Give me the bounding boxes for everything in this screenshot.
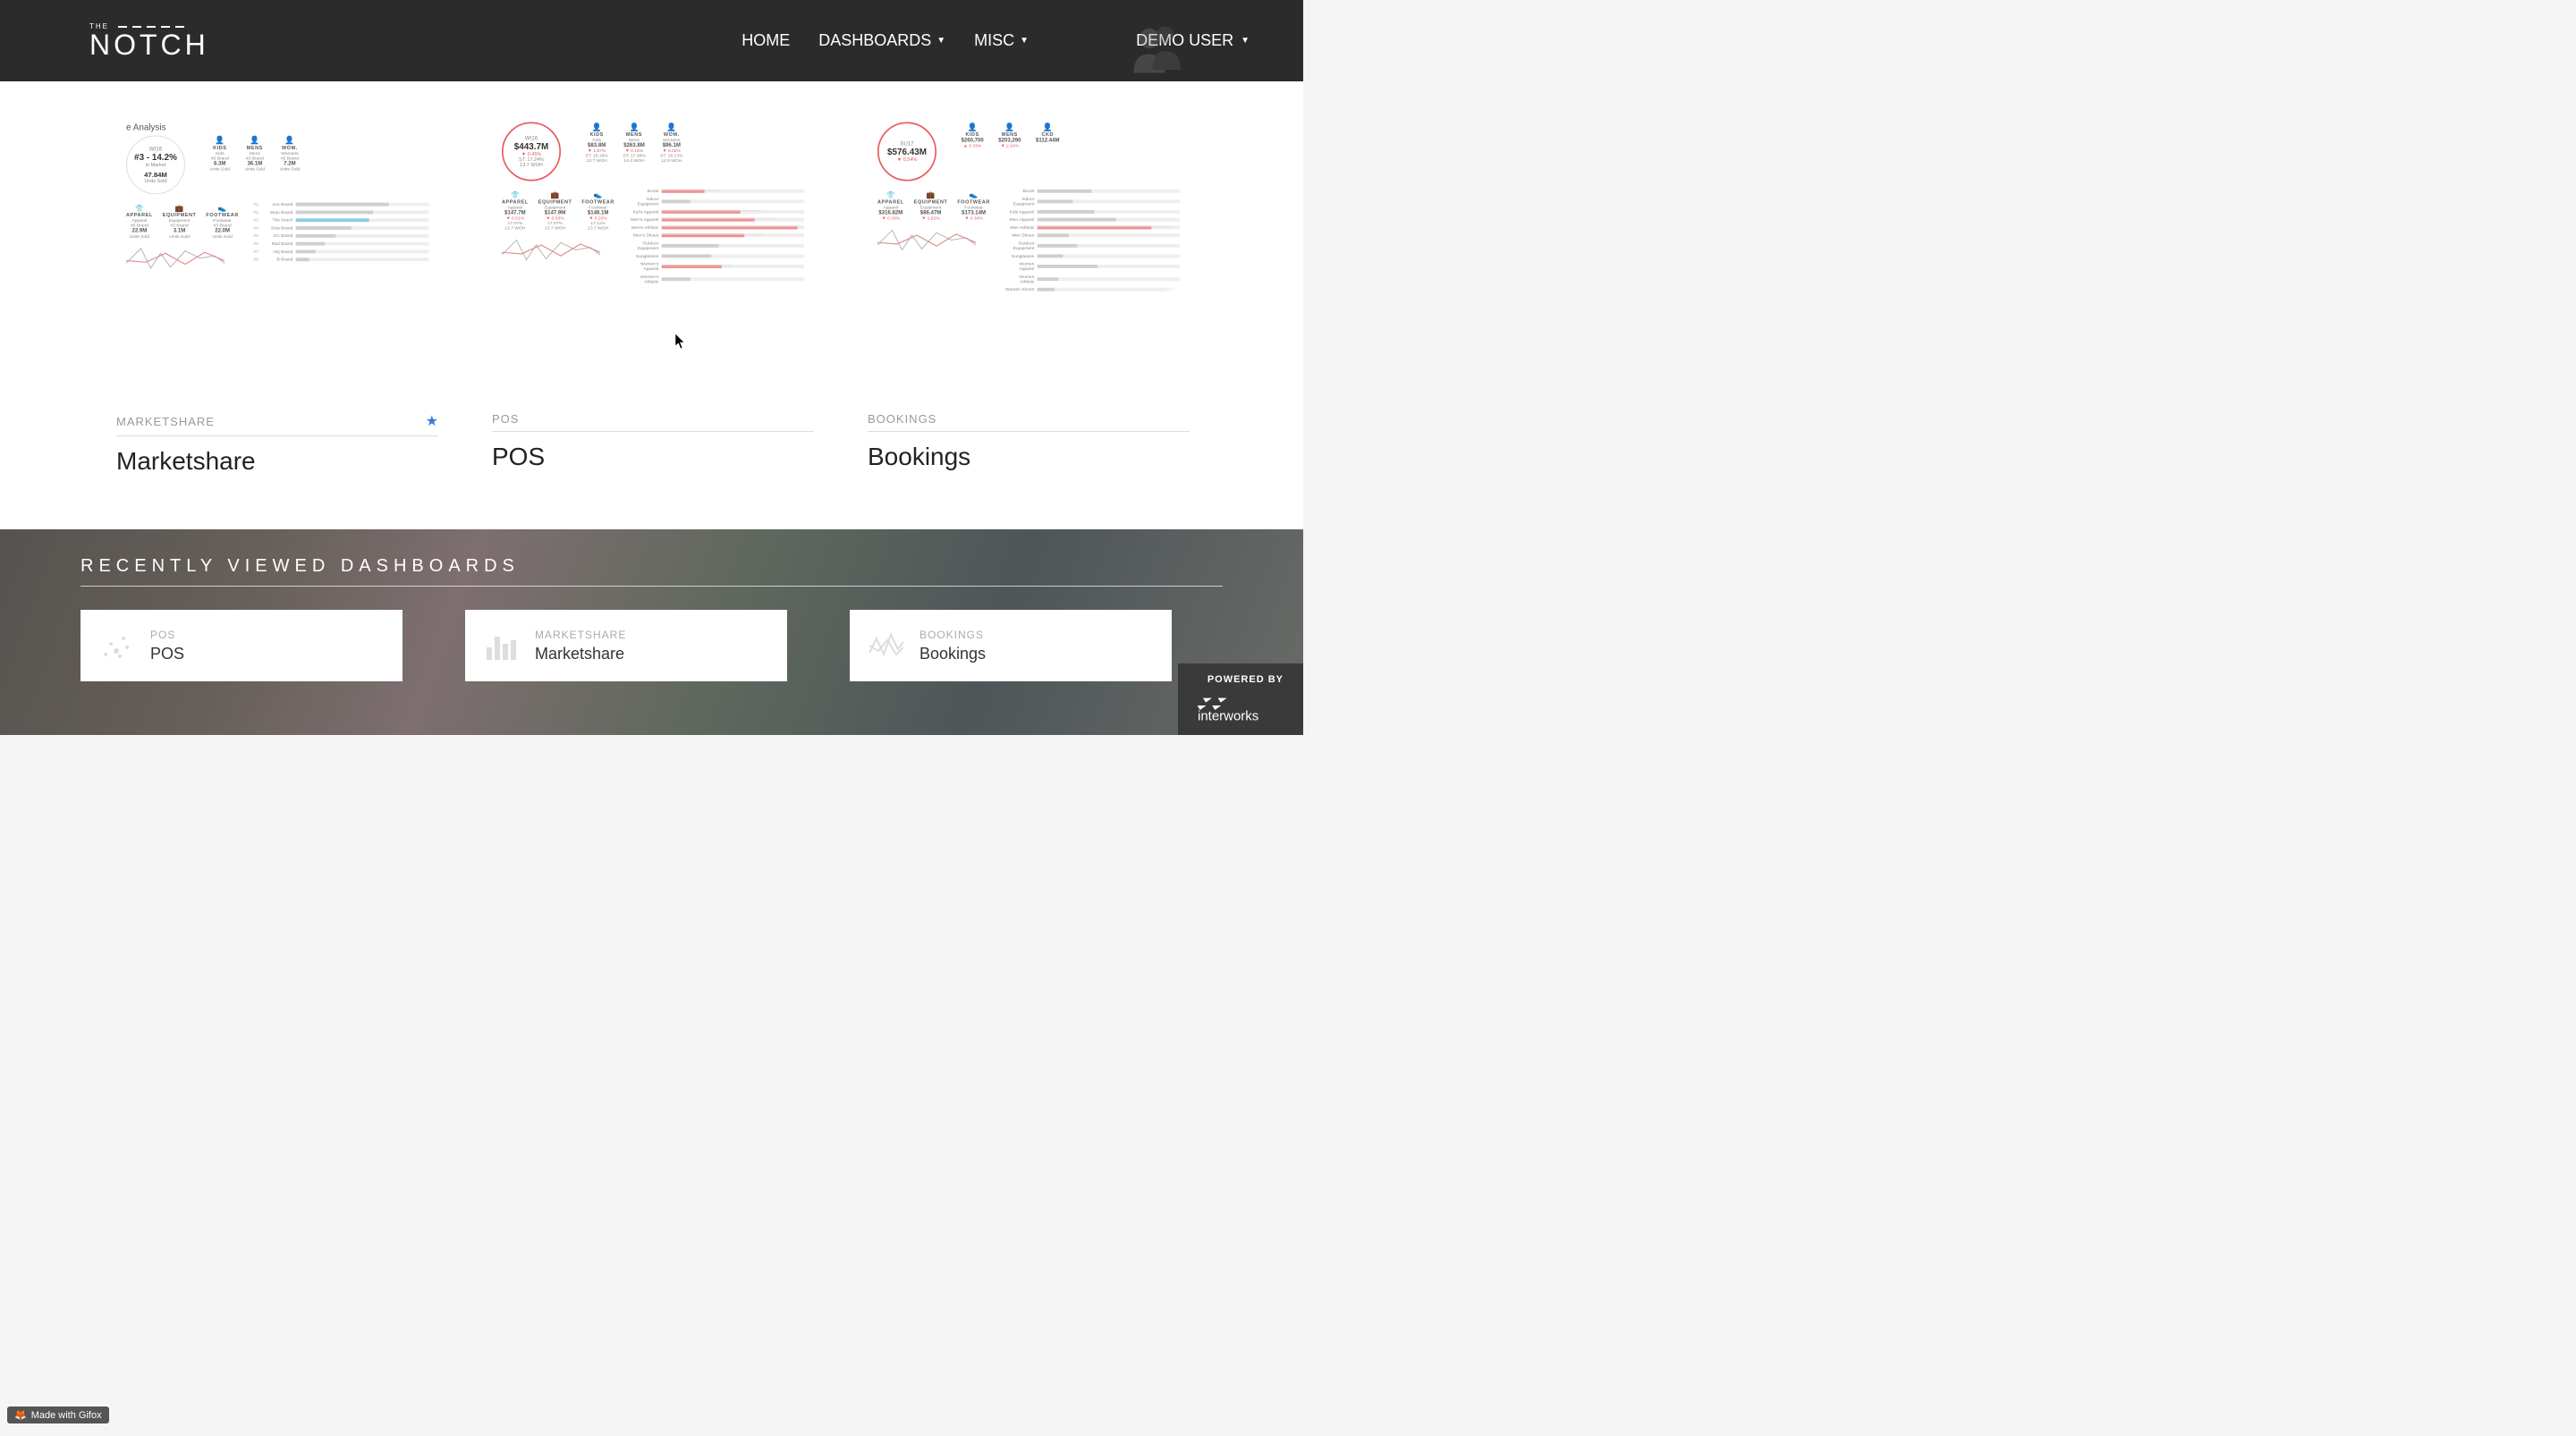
category-icon: 👟 [206,204,238,212]
svg-text:interworks: interworks [1198,708,1258,722]
recent-name: Bookings [919,645,986,663]
category-icon: 👟 [957,191,989,199]
card-category: MARKETSHARE [116,415,215,428]
category-icon: 👕 [126,204,153,212]
card-thumbnail[interactable]: WI16 $443.7M ▼ 0.45% ST: 17.24% 13.7 WOH… [492,117,814,403]
dashboard-card[interactable]: SU17 $576.43M ▼ 0.54% 👤 KIDS $260,700 ▲ … [868,117,1190,476]
category-icon: 👟 [581,191,614,199]
person-icon: 👤 [1036,122,1060,132]
person-icon: 👤 [623,122,645,132]
recent-header: RECENTLY VIEWED DASHBOARDS [80,556,1223,587]
chevron-down-icon: ▼ [936,36,945,46]
dashboard-cards-row: e Analysis WI16 #3 - 14.2% in Market 47.… [0,81,1303,529]
category-icon: 💼 [538,191,572,199]
person-icon: 👤 [210,135,231,145]
category-icon: 👕 [502,191,529,199]
person-icon: 👤 [660,122,682,132]
person-icon: 👤 [280,135,301,145]
gifox-badge: 🦊 Made with Gifox [7,1406,109,1423]
brand-logo[interactable]: THE NOTCH [89,23,209,59]
brand-name: NOTCH [89,30,209,59]
dashboard-card[interactable]: e Analysis WI16 #3 - 14.2% in Market 47.… [116,117,438,476]
card-title: Bookings [868,443,1190,471]
recent-category: MARKETSHARE [535,629,626,641]
kpi-circle: WI16 $443.7M ▼ 0.45% ST: 17.24% 13.7 WOH [502,122,561,182]
powered-label: POWERED BY [1198,674,1284,685]
nav-dashboards[interactable]: DASHBOARDS▼ [818,31,945,50]
interworks-logo: interworks [1198,692,1284,726]
card-divider: POS [492,412,814,432]
chevron-down-icon: ▼ [1241,36,1250,46]
card-thumbnail[interactable]: e Analysis WI16 #3 - 14.2% in Market 47.… [116,117,438,403]
nav-misc[interactable]: MISC▼ [974,31,1029,50]
card-thumbnail[interactable]: SU17 $576.43M ▼ 0.54% 👤 KIDS $260,700 ▲ … [868,117,1190,403]
category-icon: 💼 [163,204,197,212]
chevron-down-icon: ▼ [1020,36,1029,46]
star-icon[interactable]: ★ [426,412,438,430]
card-title: POS [492,443,814,471]
recent-card[interactable]: POS POS [80,610,402,681]
kpi-circle: SU17 $576.43M ▼ 0.54% [877,122,936,182]
scatter-icon [98,628,134,663]
nav-links: HOME DASHBOARDS▼ MISC▼ [741,31,1029,50]
avatar-icon [1124,20,1187,87]
brand-dashes [118,26,184,28]
recent-category: POS [150,629,184,641]
recent-name: POS [150,645,184,663]
person-icon: 👤 [998,122,1021,132]
person-icon: 👤 [586,122,608,132]
recent-row: POS POS MARKETSHARE Marketshare BOOKINGS… [80,610,1223,681]
recent-card[interactable]: BOOKINGS Bookings [850,610,1172,681]
person-icon: 👤 [245,135,266,145]
recent-section: RECENTLY VIEWED DASHBOARDS POS POS MARKE… [0,529,1303,735]
bars-icon [483,628,519,663]
card-category: BOOKINGS [868,412,936,426]
navbar: THE NOTCH HOME DASHBOARDS▼ MISC▼ DEMO US… [0,0,1303,81]
powered-by-badge[interactable]: POWERED BY interworks [1178,663,1303,735]
fox-icon: 🦊 [14,1409,27,1421]
card-category: POS [492,412,519,426]
recent-name: Marketshare [535,645,626,663]
person-icon: 👤 [962,122,984,132]
category-icon: 💼 [914,191,948,199]
kpi-circle: WI16 #3 - 14.2% in Market 47.84M Units S… [126,135,185,194]
recent-category: BOOKINGS [919,629,986,641]
category-icon: 👕 [877,191,904,199]
dashboard-card[interactable]: WI16 $443.7M ▼ 0.45% ST: 17.24% 13.7 WOH… [492,117,814,476]
nav-home[interactable]: HOME [741,31,790,50]
card-divider: BOOKINGS [868,412,1190,432]
recent-card[interactable]: MARKETSHARE Marketshare [465,610,787,681]
line-icon [868,628,903,663]
card-title: Marketshare [116,447,438,476]
card-divider: MARKETSHARE ★ [116,412,438,436]
gifox-label: Made with Gifox [31,1410,102,1421]
